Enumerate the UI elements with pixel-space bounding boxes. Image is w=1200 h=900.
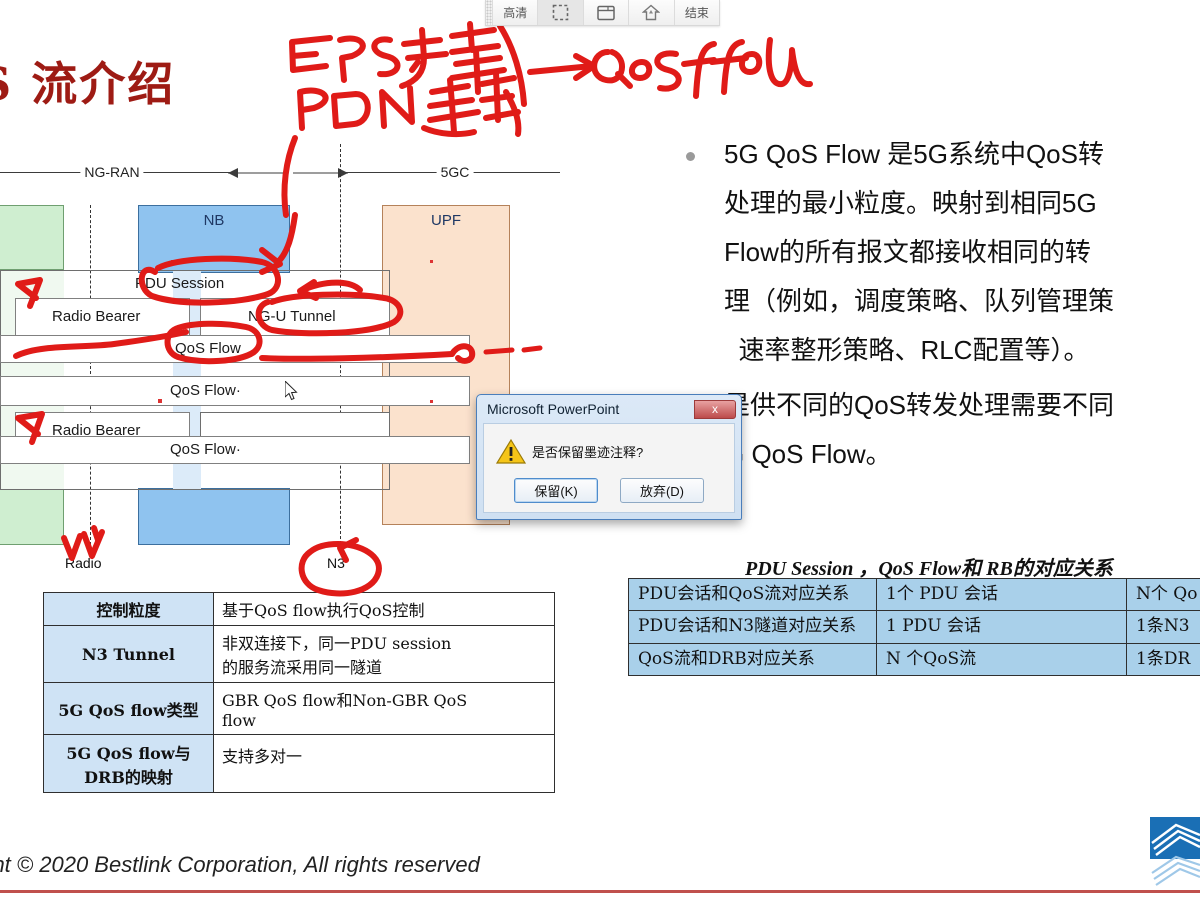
bullet-item-1: 5G QoS Flow 是5G系统中QoS转 处理的最小粒度。映射到相同5G F… — [672, 130, 1200, 375]
dialog-button-row: 保留(K) 放弃(D) — [484, 478, 734, 503]
cell-left-side: 1 PDU 会话 — [876, 610, 1127, 644]
cell-left-side: 1个 PDU 会话 — [876, 577, 1127, 612]
bullet-1-line-1: 5G QoS Flow 是5G系统中QoS转 — [724, 139, 1104, 169]
window-capture-icon — [597, 5, 615, 20]
label-qos-flow-1: QoS Flow — [175, 340, 241, 357]
toolbar-button-hd[interactable]: 高清 — [493, 0, 539, 25]
right-table-title: PDU Session ，QoS Flow和 RB的对应关系 — [745, 558, 1113, 580]
cell-relation: PDU会话和N3隧道对应关系 — [628, 610, 877, 644]
cell-value: GBR QoS flow和Non-GBR QoS flow — [213, 682, 555, 735]
mouse-cursor-icon — [285, 381, 298, 401]
crop-region-icon — [552, 4, 569, 21]
label-pdu-session: PDU Session — [135, 275, 225, 292]
table-row: PDU会话和QoS流对应关系 1个 PDU 会话 N个 Qo — [628, 577, 1200, 612]
cell-header: 5G QoS flow与DRB的映射 — [43, 734, 214, 793]
bullet-item-2: 是供不同的QoS转发处理需要不同 G QoS Flow。 — [672, 381, 1200, 479]
cell-header: N3 Tunnel — [43, 625, 214, 683]
copyright-text: right © 2020 Bestlink Corporation, All r… — [0, 852, 480, 877]
label-interface-radio: Radio — [65, 555, 102, 571]
toolbar-hd-label: 高清 — [503, 6, 528, 20]
span-arrowheads-icon — [228, 168, 348, 178]
label-interface-n3: N3 — [327, 555, 345, 571]
span-label-5gc: 5GC — [436, 164, 474, 180]
node-ue-bottom — [0, 488, 64, 545]
node-ue-top — [0, 205, 64, 270]
close-icon[interactable]: x — [694, 399, 736, 419]
ink-dot — [171, 260, 174, 263]
ink-dot — [430, 260, 433, 263]
table-row: QoS流和DRB对应关系 N 个QoS流 1条DR — [628, 642, 1200, 676]
dialog-message: 是否保留墨迹注释? — [532, 445, 644, 460]
cell-value: 支持多对一 — [213, 734, 555, 793]
bullet-2-line-2: G QoS Flow。 — [724, 439, 892, 469]
pdu-session-mapping-table: PDU会话和QoS流对应关系 1个 PDU 会话 N个 Qo PDU会话和N3隧… — [628, 577, 1200, 676]
dialog-message-row: 是否保留墨迹注释? — [484, 424, 734, 465]
node-nb-label: NB — [203, 212, 225, 229]
dialog-titlebar[interactable]: Microsoft PowerPoint x — [480, 398, 738, 420]
upload-home-icon — [642, 4, 661, 21]
ink-dot — [158, 399, 162, 403]
toolbar-button-stop[interactable]: 结束 — [674, 0, 720, 25]
toolbar-button-crop-region[interactable] — [538, 0, 584, 25]
table-row: N3 Tunnel 非双连接下，同一PDU session 的服务流采用同一隧道 — [43, 625, 555, 683]
dialog-title: Microsoft PowerPoint — [487, 401, 620, 417]
cell-right-side: N个 Qo — [1126, 577, 1200, 612]
bullet-dot-icon — [686, 152, 695, 161]
cell-left-side: N 个QoS流 — [876, 642, 1127, 676]
cell-value: 非双连接下，同一PDU session 的服务流采用同一隧道 — [213, 625, 555, 683]
toolbar-button-upload[interactable] — [629, 0, 675, 25]
screen-recorder-toolbar[interactable]: 高清 结束 — [485, 0, 720, 26]
table-row: 控制粒度 基于QoS flow执行QoS控制 — [43, 592, 555, 626]
bullet-1-line-3: Flow的所有报文都接收相同的转 — [724, 237, 1091, 267]
table-row: PDU会话和N3隧道对应关系 1 PDU 会话 1条N3 — [628, 610, 1200, 644]
warning-triangle-icon — [496, 438, 526, 464]
span-label-ngran: NG-RAN — [80, 164, 144, 180]
bullet-1-line-2: 处理的最小粒度。映射到相同5G — [724, 188, 1097, 218]
powerpoint-ink-dialog[interactable]: Microsoft PowerPoint x 是否保留墨迹注释? 保留(K) 放… — [476, 394, 742, 520]
cell-header: 5G QoS flow类型 — [43, 682, 214, 735]
cell-header: 控制粒度 — [43, 592, 214, 626]
keep-ink-button[interactable]: 保留(K) — [514, 478, 598, 503]
label-qos-flow-3: QoS Flow· — [170, 441, 241, 458]
drag-handle[interactable] — [486, 0, 493, 25]
qos-control-table: 控制粒度 基于QoS flow执行QoS控制 N3 Tunnel 非双连接下，同… — [43, 592, 555, 793]
node-nb: NB — [138, 205, 290, 273]
cell-relation: PDU会话和QoS流对应关系 — [628, 577, 877, 612]
node-upf-label: UPF — [431, 212, 461, 229]
bestlink-logo — [1150, 817, 1200, 886]
recording-indicator-bar — [486, 0, 719, 3]
footer-divider — [0, 890, 1200, 893]
discard-ink-button[interactable]: 放弃(D) — [620, 478, 704, 503]
cell-value: 基于QoS flow执行QoS控制 — [213, 592, 555, 626]
toolbar-stop-label: 结束 — [684, 6, 709, 20]
table-row: 5G QoS flow类型 GBR QoS flow和Non-GBR QoS f… — [43, 682, 555, 735]
slide-body-text: 5G QoS Flow 是5G系统中QoS转 处理的最小粒度。映射到相同5G F… — [672, 130, 1200, 485]
cell-right-side: 1条N3 — [1126, 610, 1200, 644]
dialog-body: 是否保留墨迹注释? 保留(K) 放弃(D) — [483, 423, 735, 513]
label-radio-bearer-1: Radio Bearer — [52, 308, 141, 325]
label-ngu-tunnel: NG-U Tunnel — [248, 308, 336, 325]
table-row: 5G QoS flow与DRB的映射 支持多对一 — [43, 734, 555, 793]
ink-dot — [430, 400, 433, 403]
cell-right-side: 1条DR — [1126, 642, 1200, 676]
label-qos-flow-2: QoS Flow· — [170, 382, 241, 399]
bullet-2-line-1: 是供不同的QoS转发处理需要不同 — [724, 390, 1115, 420]
bullet-1-line-5: 速率整形策略、RLC配置等）。 — [724, 335, 1090, 365]
cell-relation: QoS流和DRB对应关系 — [628, 642, 877, 676]
node-nb-bottom — [138, 488, 290, 545]
bullet-1-line-4: 理（例如，调度策略、队列管理策 — [724, 286, 1115, 316]
page-title: S 流介绍 — [0, 57, 176, 111]
toolbar-button-window-capture[interactable] — [583, 0, 630, 25]
